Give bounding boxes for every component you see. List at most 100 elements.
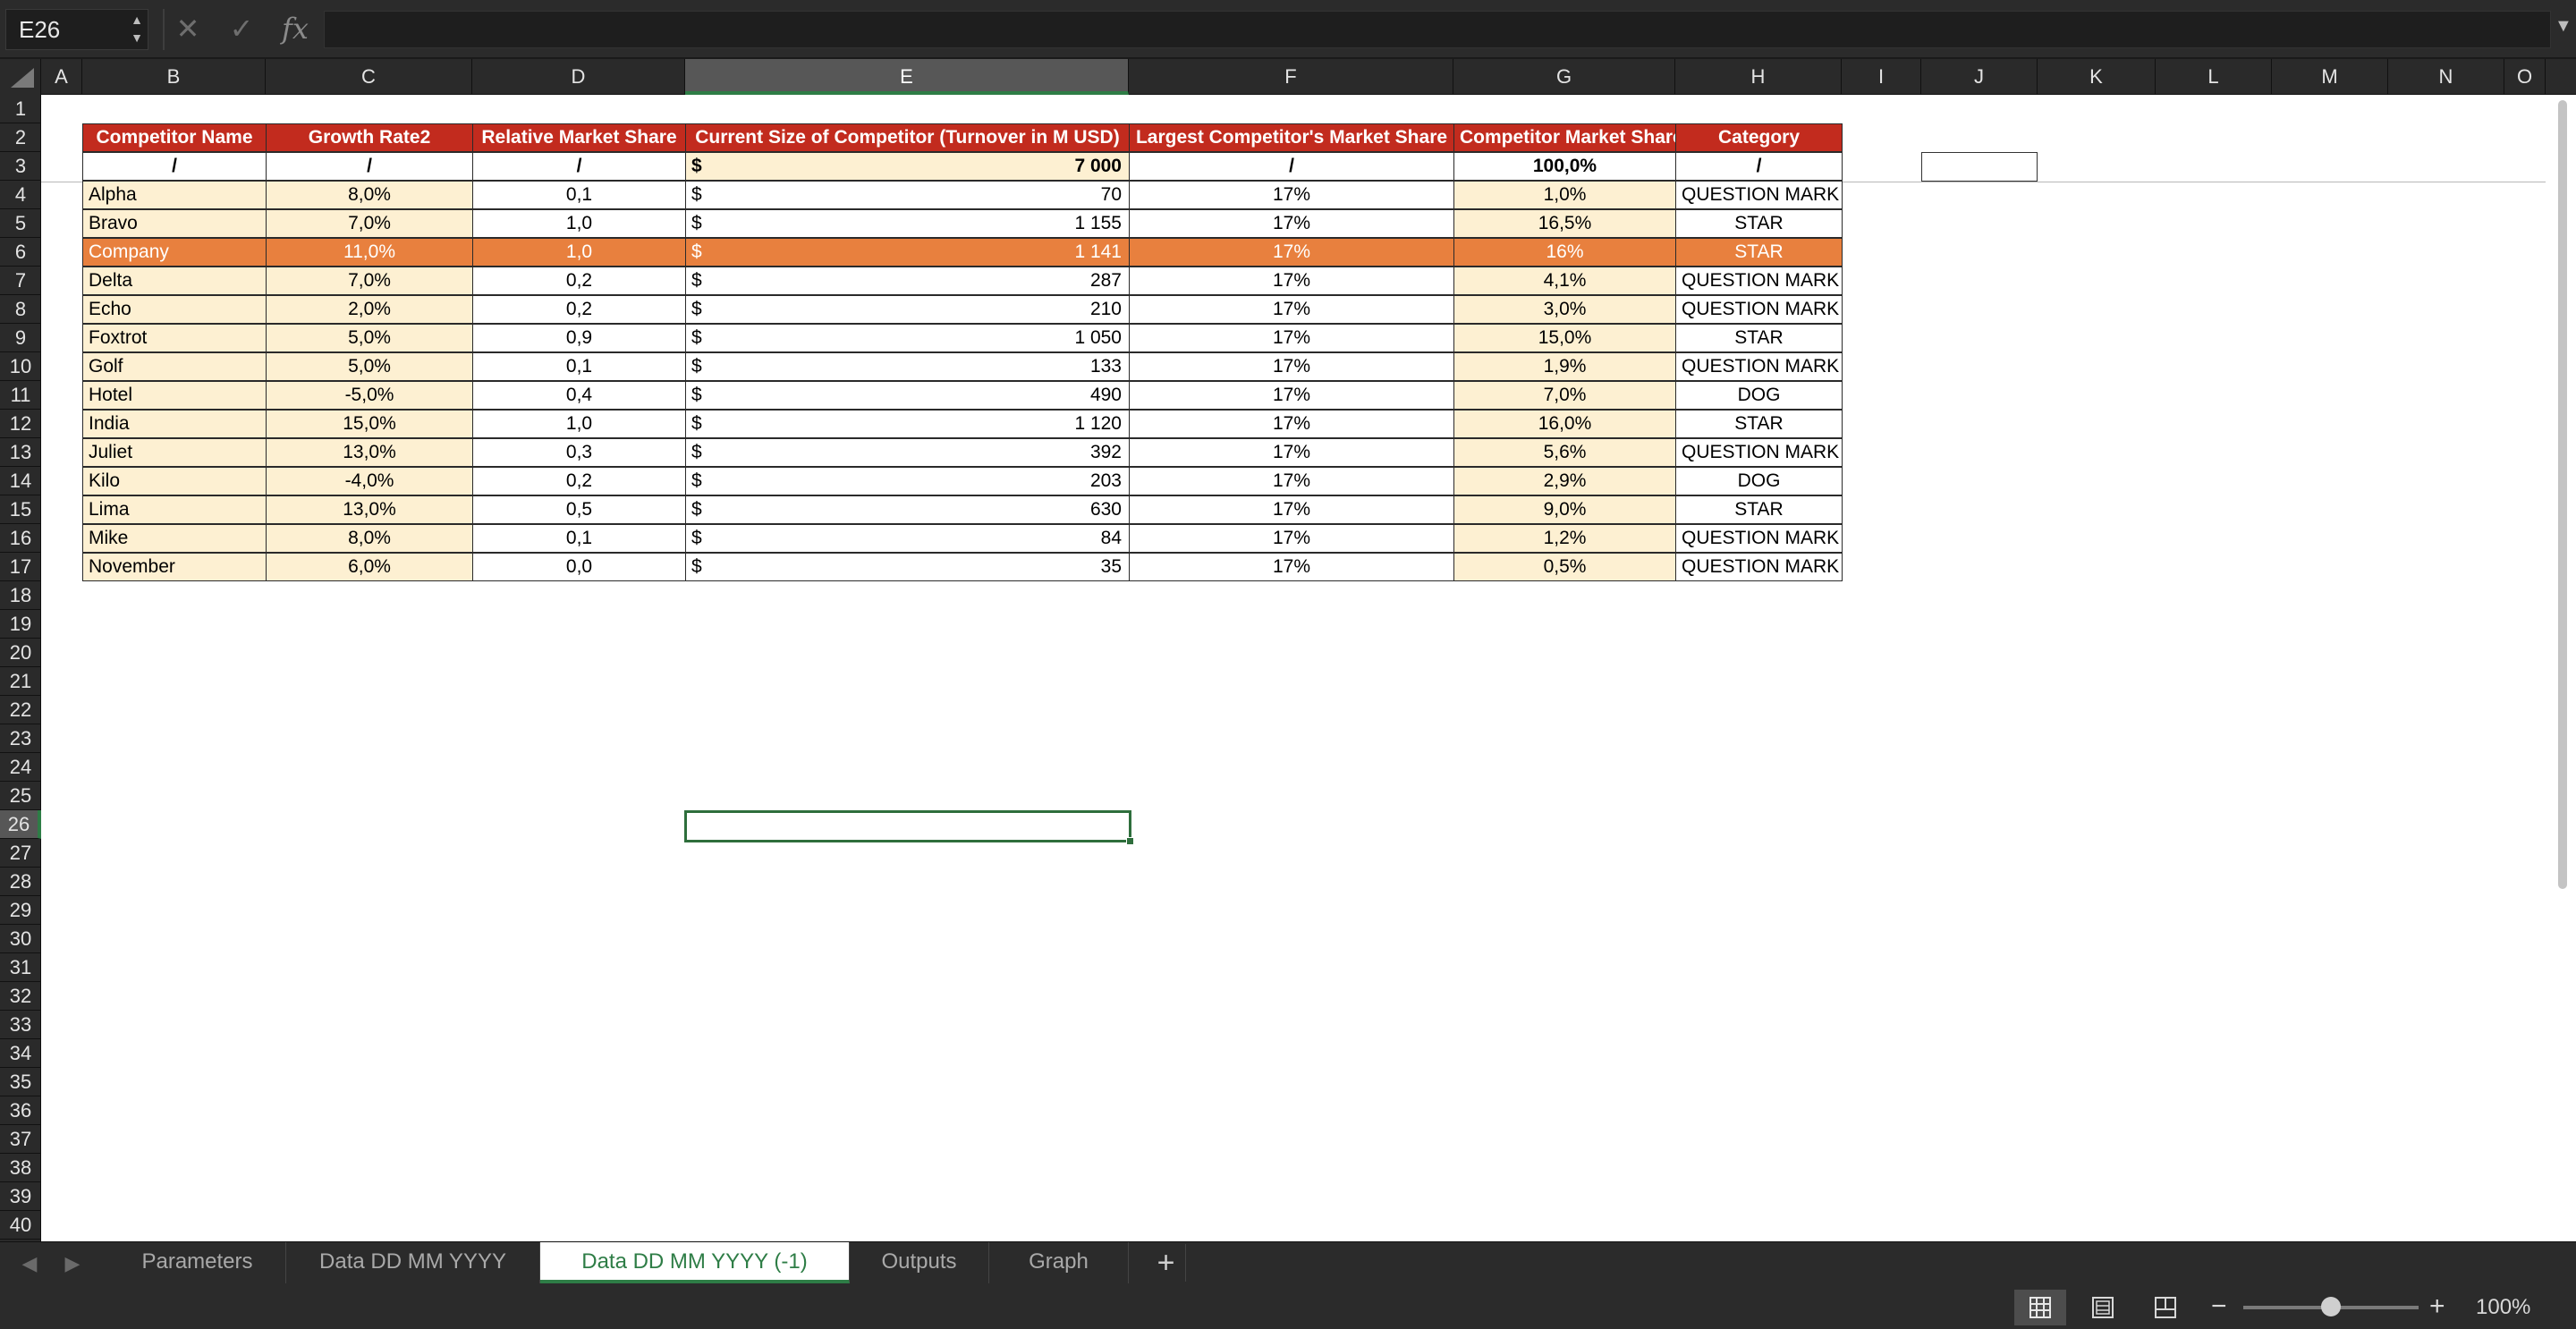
column-header-a[interactable]: A [41,59,82,95]
cell-category[interactable]: QUESTION MARK [1675,524,1843,553]
cell-growth[interactable]: 6,0% [266,553,473,581]
column-header-j[interactable]: J [1921,59,2038,95]
cell-name[interactable]: Kilo [82,467,267,495]
cell-rms[interactable]: 0,1 [472,181,686,209]
row-header-28[interactable]: 28 [0,868,41,896]
cell-growth[interactable]: 8,0% [266,181,473,209]
cell-growth[interactable]: 13,0% [266,438,473,467]
zoom-level[interactable]: 100% [2476,1288,2530,1327]
row-header-29[interactable]: 29 [0,896,41,925]
cell-growth[interactable]: / [266,152,473,181]
column-header-o[interactable]: O [2504,59,2546,95]
row-header-16[interactable]: 16 [0,524,41,553]
row-header-27[interactable]: 27 [0,839,41,868]
row-header-5[interactable]: 5 [0,209,41,238]
cell-largest[interactable]: 17% [1129,209,1454,238]
cell-rms[interactable]: 0,1 [472,524,686,553]
cell-name[interactable]: Echo [82,295,267,324]
cell-size[interactable]: $490 [685,381,1130,410]
cell-size[interactable]: $1 141 [685,238,1130,267]
add-sheet-button[interactable]: + [1147,1244,1186,1282]
cell-name[interactable]: Mike [82,524,267,553]
cell-share[interactable]: 0,5% [1453,553,1676,581]
cell-share[interactable]: 9,0% [1453,495,1676,524]
cell-growth[interactable]: 13,0% [266,495,473,524]
column-header-m[interactable]: M [2272,59,2388,95]
cell-rms[interactable]: 0,2 [472,295,686,324]
cell-category[interactable]: QUESTION MARK [1675,267,1843,295]
name-box-dropdown-icon[interactable]: ▲ ▼ [127,11,147,48]
cell-largest[interactable]: 17% [1129,524,1454,553]
cell-size[interactable]: $203 [685,467,1130,495]
row-header-14[interactable]: 14 [0,467,41,495]
column-header-i[interactable]: I [1842,59,1921,95]
cell-category[interactable]: STAR [1675,324,1843,352]
cell-rms[interactable]: 0,0 [472,553,686,581]
cell-share[interactable]: 3,0% [1453,295,1676,324]
cell-size[interactable]: $630 [685,495,1130,524]
cell-category[interactable]: STAR [1675,238,1843,267]
tab-graph[interactable]: Graph [989,1242,1129,1283]
cell-size[interactable]: $1 155 [685,209,1130,238]
cell-rms[interactable]: 0,3 [472,438,686,467]
confirm-icon[interactable]: ✓ [224,11,259,47]
cell-growth[interactable]: 2,0% [266,295,473,324]
cell-share[interactable]: 16% [1453,238,1676,267]
cell-largest[interactable]: 17% [1129,553,1454,581]
row-header-2[interactable]: 2 [0,123,41,152]
cell-size[interactable]: $210 [685,295,1130,324]
cell-rms[interactable]: 1,0 [472,410,686,438]
next-sheet-icon[interactable]: ▶ [59,1249,86,1278]
row-header-25[interactable]: 25 [0,782,41,810]
cell-category[interactable]: QUESTION MARK [1675,295,1843,324]
row-header-36[interactable]: 36 [0,1096,41,1125]
cell-share[interactable]: 5,6% [1453,438,1676,467]
cell-category[interactable]: STAR [1675,410,1843,438]
cell-largest[interactable]: / [1129,152,1454,181]
fill-handle[interactable] [1126,837,1134,845]
tab-parameters[interactable]: Parameters [109,1242,286,1283]
row-header-7[interactable]: 7 [0,267,41,295]
cell-rms[interactable]: / [472,152,686,181]
row-header-37[interactable]: 37 [0,1125,41,1154]
cell-share[interactable]: 2,9% [1453,467,1676,495]
tab-outputs[interactable]: Outputs [850,1242,989,1283]
column-header-h[interactable]: H [1675,59,1842,95]
cell-growth[interactable]: 5,0% [266,324,473,352]
cell-size[interactable]: $7 000 [685,152,1130,181]
row-header-23[interactable]: 23 [0,724,41,753]
row-header-10[interactable]: 10 [0,352,41,381]
cell-category[interactable]: DOG [1675,381,1843,410]
column-header-l[interactable]: L [2156,59,2272,95]
page-break-icon[interactable] [2140,1290,2191,1325]
fx-icon[interactable]: fx [277,11,313,47]
row-header-12[interactable]: 12 [0,410,41,438]
cell-rms[interactable]: 1,0 [472,209,686,238]
row-header-4[interactable]: 4 [0,181,41,209]
cell-name[interactable]: Company [82,238,267,267]
cell-size[interactable]: $1 050 [685,324,1130,352]
cell-category[interactable]: QUESTION MARK [1675,553,1843,581]
cell-largest[interactable]: 17% [1129,181,1454,209]
cell-name[interactable]: Lima [82,495,267,524]
cell-largest[interactable]: 17% [1129,324,1454,352]
cell-name[interactable]: Golf [82,352,267,381]
row-header-6[interactable]: 6 [0,238,41,267]
cell-largest[interactable]: 17% [1129,438,1454,467]
page-layout-icon[interactable] [2077,1290,2129,1325]
column-header-n[interactable]: N [2388,59,2504,95]
cell-rms[interactable]: 0,1 [472,352,686,381]
column-header-f[interactable]: F [1129,59,1453,95]
cell-growth[interactable]: 7,0% [266,209,473,238]
cell-share[interactable]: 1,9% [1453,352,1676,381]
cell-largest[interactable]: 17% [1129,467,1454,495]
cell-growth[interactable]: -5,0% [266,381,473,410]
cell-j3[interactable] [1921,152,2038,182]
cell-category[interactable]: QUESTION MARK [1675,352,1843,381]
cell-growth[interactable]: 15,0% [266,410,473,438]
cell-largest[interactable]: 17% [1129,295,1454,324]
row-header-3[interactable]: 3 [0,152,41,181]
column-header-c[interactable]: C [266,59,472,95]
row-header-33[interactable]: 33 [0,1011,41,1039]
cell-rms[interactable]: 0,2 [472,467,686,495]
